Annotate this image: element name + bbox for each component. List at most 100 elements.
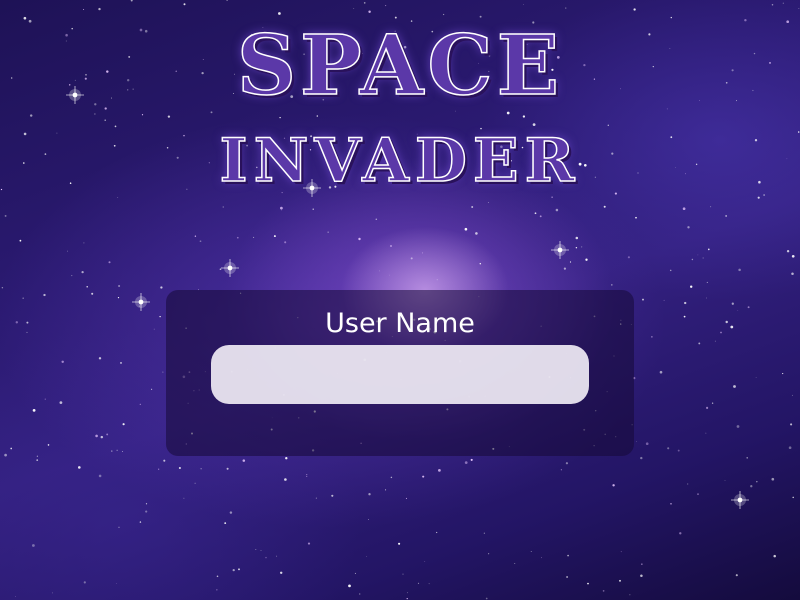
- star: [43, 293, 46, 297]
- star: [438, 469, 441, 472]
- star: [746, 457, 748, 459]
- username-input[interactable]: [211, 345, 589, 404]
- star: [691, 258, 694, 261]
- star: [641, 563, 643, 565]
- star: [697, 493, 699, 495]
- star: [725, 215, 727, 217]
- star: [587, 582, 589, 585]
- star: [120, 361, 122, 364]
- star: [145, 510, 148, 513]
- star: [725, 320, 728, 324]
- star: [679, 532, 682, 535]
- star: [47, 444, 50, 446]
- star: [530, 550, 532, 552]
- star: [575, 246, 578, 249]
- star: [398, 542, 401, 545]
- game-title-line-2: INVADER: [219, 125, 581, 197]
- star: [711, 402, 714, 404]
- star: [575, 236, 579, 240]
- star: [756, 480, 758, 483]
- star: [366, 555, 368, 557]
- star: [791, 254, 795, 258]
- star: [710, 206, 712, 208]
- star: [735, 574, 738, 577]
- star: [436, 279, 438, 281]
- star: [385, 489, 387, 491]
- star: [791, 394, 793, 396]
- username-label: User Name: [325, 308, 475, 339]
- star: [485, 597, 488, 600]
- star: [798, 8, 800, 9]
- star: [222, 206, 224, 208]
- star: [145, 503, 148, 505]
- star: [200, 468, 202, 470]
- star: [19, 239, 22, 242]
- star: [279, 116, 281, 119]
- star: [260, 550, 262, 552]
- star: [255, 548, 257, 551]
- star: [534, 212, 537, 215]
- star: [316, 115, 319, 117]
- star: [354, 572, 356, 574]
- star: [160, 286, 163, 289]
- star: [375, 218, 378, 220]
- star: [475, 232, 478, 235]
- star: [363, 2, 366, 4]
- star: [199, 240, 202, 243]
- star: [100, 435, 104, 439]
- star: [706, 297, 707, 299]
- star: [118, 284, 121, 288]
- star: [428, 583, 430, 585]
- star: [378, 270, 380, 272]
- star: [159, 315, 161, 318]
- star: [771, 3, 774, 6]
- bright-star: [221, 259, 239, 277]
- star: [567, 554, 569, 557]
- star: [265, 556, 267, 559]
- star: [86, 286, 88, 288]
- star: [424, 561, 426, 562]
- star: [487, 202, 489, 204]
- star: [736, 425, 740, 428]
- star: [706, 406, 709, 409]
- star: [402, 573, 404, 575]
- star: [59, 401, 63, 404]
- star: [111, 450, 113, 452]
- star: [242, 459, 246, 462]
- star: [1, 286, 4, 289]
- star: [71, 275, 73, 277]
- star: [280, 206, 283, 210]
- star: [731, 302, 734, 305]
- star: [750, 485, 753, 488]
- star: [684, 301, 687, 305]
- star: [98, 7, 101, 11]
- bright-star: [731, 491, 749, 509]
- star: [273, 235, 276, 238]
- star: [216, 575, 219, 578]
- star: [488, 553, 490, 555]
- star: [26, 321, 29, 324]
- star: [139, 521, 142, 523]
- star: [539, 215, 542, 218]
- star: [315, 497, 317, 499]
- star: [697, 254, 699, 256]
- star: [612, 484, 615, 487]
- star: [118, 526, 120, 528]
- star: [422, 475, 425, 478]
- star: [116, 583, 117, 584]
- star: [757, 196, 760, 199]
- star: [667, 447, 670, 450]
- star: [755, 377, 757, 378]
- login-panel: User Name: [166, 290, 634, 456]
- star: [737, 310, 739, 312]
- star: [669, 269, 672, 272]
- star: [603, 205, 606, 208]
- star: [464, 227, 468, 231]
- star: [523, 4, 524, 5]
- star: [636, 441, 638, 442]
- star: [771, 477, 775, 481]
- star: [306, 474, 308, 475]
- star: [471, 206, 474, 208]
- star: [238, 568, 240, 571]
- star: [278, 12, 281, 15]
